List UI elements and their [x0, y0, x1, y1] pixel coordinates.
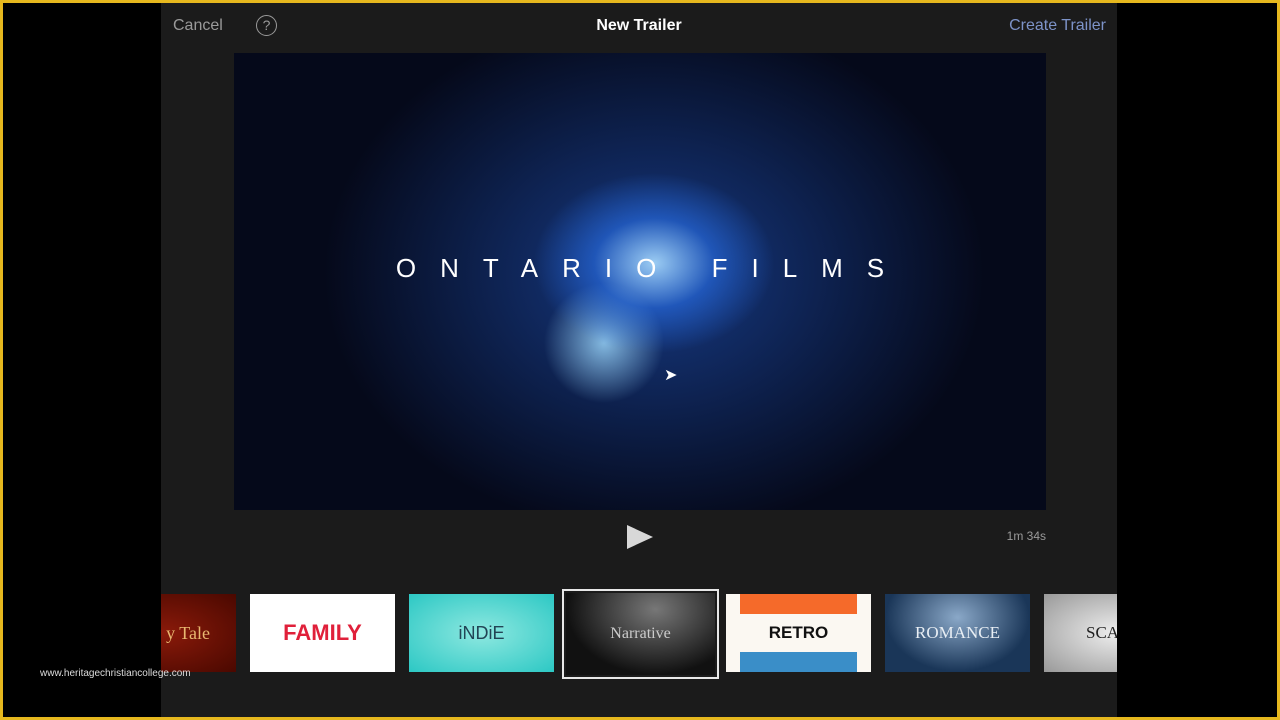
theme-family[interactable]: FAMILY: [250, 594, 395, 672]
theme-label: Narrative: [610, 625, 671, 642]
page-title: New Trailer: [596, 17, 682, 34]
theme-romance[interactable]: ROMANCE: [885, 594, 1030, 672]
preview-title-text: ONTARIO FILMS: [395, 253, 909, 283]
duration: 1m 34s: [1006, 529, 1046, 543]
right-letterbox: [1117, 3, 1280, 717]
theme-scary[interactable]: SCA: [1044, 594, 1117, 672]
theme-label: FAMILY: [283, 620, 362, 645]
theme-label: iNDiE: [458, 622, 505, 643]
left-letterbox: [0, 3, 161, 717]
watermark: www.heritagechristiancollege.com: [40, 668, 191, 679]
trailer-app: Cancel ? New Trailer Create Trailer ONTA…: [161, 3, 1117, 717]
theme-indie[interactable]: iNDiE: [409, 594, 554, 672]
trailer-preview[interactable]: ONTARIO FILMS ➤: [234, 53, 1046, 510]
cursor-icon: ➤: [664, 367, 678, 384]
create-trailer-button[interactable]: Create Trailer: [1009, 17, 1106, 35]
theme-label: ROMANCE: [914, 623, 1000, 642]
theme-label: RETRO: [768, 623, 829, 642]
theme-retro[interactable]: RETRO: [726, 594, 871, 672]
theme-fairy-tale[interactable]: y Tale: [161, 594, 236, 672]
theme-label: SCA: [1086, 623, 1117, 642]
theme-narrative[interactable]: Narrative: [562, 589, 719, 679]
theme-label: y Tale: [166, 622, 210, 643]
play-icon[interactable]: [627, 525, 653, 549]
